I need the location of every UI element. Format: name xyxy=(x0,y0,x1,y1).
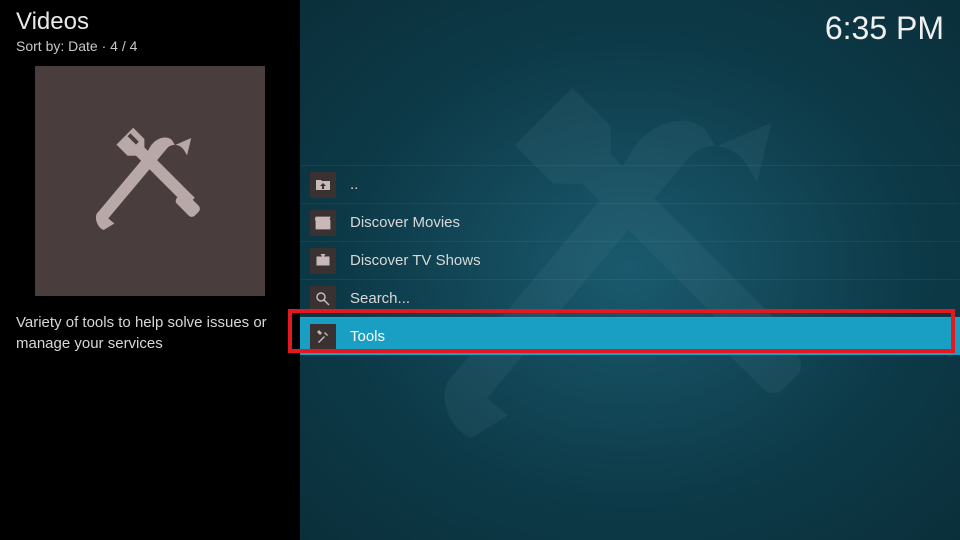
menu-item-label: Discover Movies xyxy=(350,214,460,231)
left-panel: Videos Sort by: Date · 4 / 4 Variety of … xyxy=(0,0,300,540)
menu-item-label: Search... xyxy=(350,290,410,307)
menu-item-discover-movies[interactable]: Discover Movies xyxy=(300,203,960,241)
sort-info: Sort by: Date · 4 / 4 xyxy=(16,38,284,54)
thumbnail-description: Variety of tools to help solve issues or… xyxy=(16,312,284,354)
menu-list: .. Discover Movies Discover TV Shows Sea… xyxy=(300,165,960,355)
menu-item-discover-tv[interactable]: Discover TV Shows xyxy=(300,241,960,279)
tv-icon xyxy=(310,248,336,274)
tools-icon xyxy=(80,111,220,251)
menu-item-tools[interactable]: Tools xyxy=(300,317,960,355)
clock: 6:35 PM xyxy=(825,10,944,47)
menu-item-label: Tools xyxy=(350,328,385,345)
menu-item-label: .. xyxy=(350,176,358,193)
right-panel: 6:35 PM .. Discover Movies Discover TV S… xyxy=(300,0,960,540)
thumbnail xyxy=(35,66,265,296)
section-title: Videos xyxy=(16,8,284,36)
menu-item-label: Discover TV Shows xyxy=(350,252,481,269)
menu-item-parent[interactable]: .. xyxy=(300,165,960,203)
search-icon xyxy=(310,286,336,312)
tools-icon xyxy=(310,324,336,350)
folder-up-icon xyxy=(310,172,336,198)
clapper-icon xyxy=(310,210,336,236)
menu-item-search[interactable]: Search... xyxy=(300,279,960,317)
